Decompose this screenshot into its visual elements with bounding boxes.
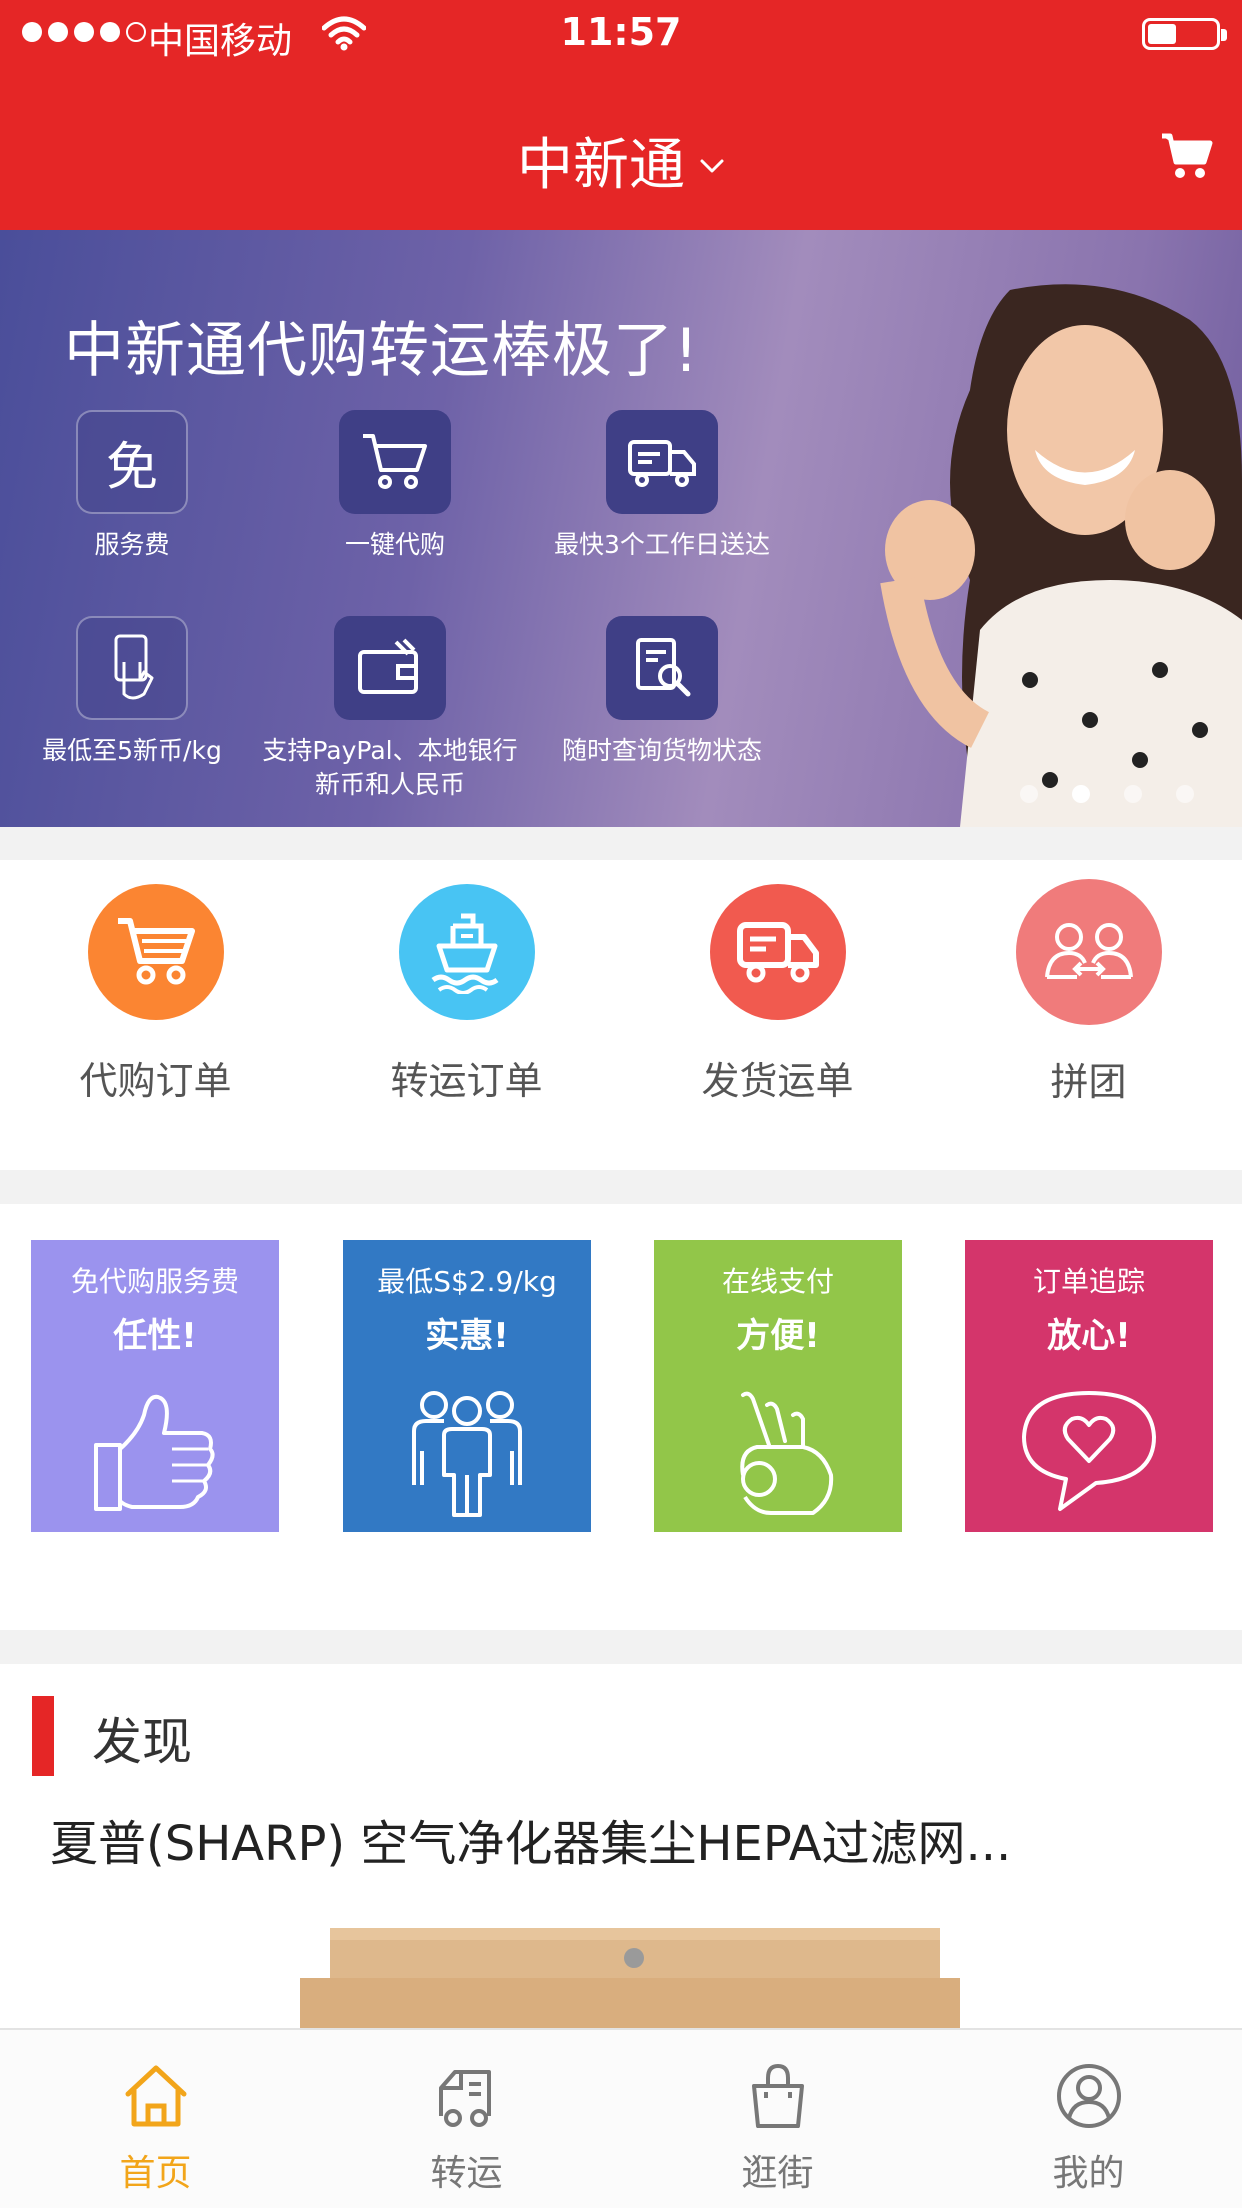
- thumbs-up-icon: [94, 1394, 215, 1511]
- carousel-dot[interactable]: [1124, 785, 1142, 803]
- battery-icon: [1142, 18, 1227, 50]
- discover-title: 发现: [92, 1713, 192, 1771]
- quick-nav-purchase-orders[interactable]: 代购订单: [0, 884, 311, 1105]
- feature-label-line2: 新币和人民币: [314, 770, 465, 799]
- people-icon: [412, 1391, 522, 1517]
- cart-icon[interactable]: [1160, 132, 1214, 180]
- section-divider: [0, 1170, 1242, 1204]
- quick-nav-label: 转运订单: [390, 1059, 543, 1103]
- carousel-dot-active[interactable]: [1072, 785, 1090, 803]
- quick-nav: 代购订单 转运订单 发货运单 拼团: [0, 860, 1242, 1170]
- promo-tile-online-pay[interactable]: 在线支付 方便!: [654, 1240, 902, 1532]
- truck-icon: [709, 884, 846, 1020]
- heart-chat-icon: [1022, 1391, 1156, 1511]
- tab-bar: 首页 转运 逛街 我的: [0, 2028, 1242, 2208]
- promo-tile-line1: 订单追踪: [1032, 1265, 1145, 1298]
- ok-hand-icon: [740, 1391, 834, 1515]
- group-icon: [1015, 879, 1162, 1025]
- carousel-indicator[interactable]: [1020, 785, 1194, 803]
- cart-icon: [87, 884, 224, 1020]
- promo-tile-line2: 放心!: [1047, 1316, 1131, 1356]
- section-accent-bar: [32, 1696, 54, 1776]
- feature-label: 一键代购: [344, 530, 445, 559]
- tab-home[interactable]: 首页: [0, 2060, 311, 2196]
- truck-icon: [606, 410, 718, 514]
- feature-label: 随时查询货物状态: [561, 736, 762, 765]
- hand-card-icon: [76, 616, 188, 720]
- tab-label: 转运: [430, 2153, 503, 2194]
- banner-feature-free-service: 免 服务费: [0, 410, 272, 562]
- promo-tile-line2: 方便!: [736, 1316, 820, 1356]
- quick-nav-group-buy[interactable]: 拼团: [933, 879, 1242, 1106]
- promo-tile-line1: 在线支付: [721, 1265, 834, 1298]
- search-document-icon: [606, 616, 718, 720]
- banner-feature-fast-delivery: 最快3个工作日送达: [522, 410, 802, 562]
- quick-nav-label: 发货运单: [701, 1059, 854, 1103]
- ship-icon: [398, 884, 535, 1020]
- banner-headline: 中新通代购转运棒极了!: [64, 316, 700, 386]
- tab-label: 我的: [1052, 2153, 1125, 2194]
- product-title[interactable]: 夏普(SHARP) 空气净化器集尘HEPA过滤网...: [50, 1804, 1200, 1874]
- banner-feature-one-click: 一键代购: [255, 410, 535, 562]
- user-icon: [1056, 2064, 1121, 2128]
- banner-feature-low-price: 最低至5新币/kg: [0, 616, 272, 768]
- promo-tiles: 免代购服务费 任性! 最低S$2.9/kg 实惠! 在线支付 方便! 订单追踪 …: [0, 1204, 1242, 1630]
- quick-nav-forwarding-orders[interactable]: 转运订单: [311, 884, 622, 1105]
- feature-label: 服务费: [94, 530, 170, 559]
- quick-nav-shipping-orders[interactable]: 发货运单: [622, 884, 933, 1105]
- quick-nav-label: 拼团: [1050, 1060, 1127, 1104]
- cart-icon: [339, 410, 451, 514]
- banner-feature-payment: 支持PayPal、本地银行 新币和人民币: [250, 616, 530, 802]
- tab-label: 首页: [119, 2153, 192, 2194]
- top-bar: 中国移动 11:57 中新通: [0, 0, 1242, 230]
- model-photo: [880, 284, 1242, 827]
- location-selector[interactable]: 中新通: [0, 120, 1242, 201]
- home-icon: [125, 2065, 186, 2127]
- banner-feature-tracking: 随时查询货物状态: [522, 616, 802, 768]
- promo-tile-line2: 任性!: [113, 1316, 197, 1356]
- tab-label: 逛街: [741, 2153, 814, 2194]
- promo-tile-line1: 免代购服务费: [70, 1265, 239, 1298]
- feature-label: 支持PayPal、本地银行 新币和人民币: [250, 734, 530, 802]
- discover-section: 发现 夏普(SHARP) 空气净化器集尘HEPA过滤网...: [0, 1664, 1242, 2028]
- feature-label-line1: 支持PayPal、本地银行: [262, 736, 518, 765]
- promo-tile-line1: 最低S$2.9/kg: [377, 1265, 557, 1298]
- free-icon: 免: [76, 410, 188, 514]
- feature-label: 最快3个工作日送达: [554, 530, 770, 559]
- chevron-down-icon: [700, 159, 724, 173]
- tab-forwarding[interactable]: 转运: [311, 2060, 622, 2196]
- tab-profile[interactable]: 我的: [933, 2060, 1242, 2196]
- quick-nav-label: 代购订单: [79, 1059, 232, 1103]
- status-bar: 中国移动 11:57: [0, 0, 1242, 66]
- section-divider: [0, 1630, 1242, 1664]
- wallet-icon: [334, 616, 446, 720]
- carousel-dot[interactable]: [1176, 785, 1194, 803]
- carousel-dot[interactable]: [1020, 785, 1038, 803]
- status-time: 11:57: [560, 10, 682, 54]
- product-image[interactable]: [290, 1918, 960, 2028]
- tab-shopping[interactable]: 逛街: [622, 2060, 933, 2196]
- promo-banner[interactable]: 中新通代购转运棒极了! 免 服务费 一键代购 最快3个工作日送达 最低至5新币/…: [0, 230, 1242, 827]
- app-title: 中新通: [517, 133, 685, 198]
- section-divider: [0, 827, 1242, 860]
- shopping-bag-icon: [751, 2063, 804, 2128]
- promo-tile-no-fee[interactable]: 免代购服务费 任性!: [31, 1240, 279, 1532]
- promo-tile-line2: 实惠!: [425, 1316, 509, 1356]
- feature-label: 最低至5新币/kg: [42, 736, 222, 765]
- delivery-truck-icon: [438, 2070, 491, 2127]
- promo-tile-low-price[interactable]: 最低S$2.9/kg 实惠!: [343, 1240, 591, 1532]
- promo-tile-tracking[interactable]: 订单追踪 放心!: [965, 1240, 1213, 1532]
